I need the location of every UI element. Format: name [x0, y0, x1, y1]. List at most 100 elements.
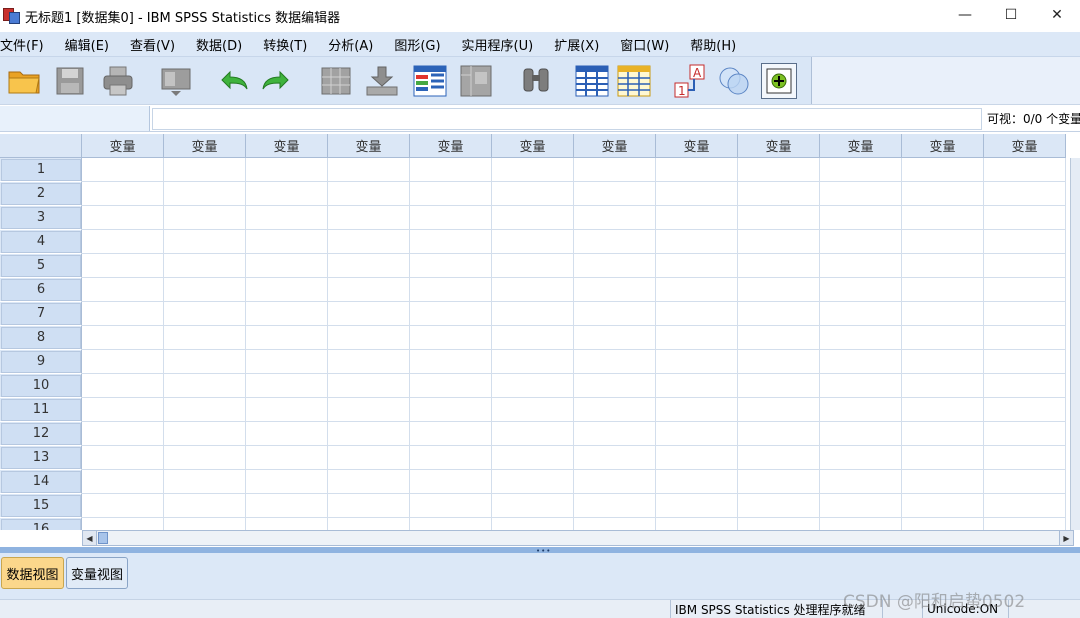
row-header[interactable]: 10 [0, 374, 82, 398]
print-icon[interactable] [100, 63, 136, 99]
data-cell[interactable] [164, 470, 246, 494]
data-cell[interactable] [656, 422, 738, 446]
data-cell[interactable] [328, 374, 410, 398]
column-header[interactable]: 变量 [902, 134, 984, 158]
data-cell[interactable] [902, 230, 984, 254]
data-cell[interactable] [902, 278, 984, 302]
data-cell[interactable] [738, 350, 820, 374]
data-cell[interactable] [328, 158, 410, 182]
data-cell[interactable] [984, 302, 1066, 326]
data-cell[interactable] [574, 422, 656, 446]
data-cell[interactable] [738, 374, 820, 398]
data-cell[interactable] [492, 374, 574, 398]
data-cell[interactable] [984, 398, 1066, 422]
data-cell[interactable] [328, 278, 410, 302]
data-cell[interactable] [492, 230, 574, 254]
data-cell[interactable] [246, 230, 328, 254]
go-to-case-icon[interactable] [318, 63, 354, 99]
row-header[interactable]: 8 [0, 326, 82, 350]
row-header[interactable]: 16 [0, 518, 82, 530]
data-cell[interactable] [820, 182, 902, 206]
data-cell[interactable] [410, 470, 492, 494]
data-cell[interactable] [574, 230, 656, 254]
data-cell[interactable] [164, 494, 246, 518]
data-cell[interactable] [328, 230, 410, 254]
data-cell[interactable] [492, 350, 574, 374]
data-cell[interactable] [902, 374, 984, 398]
data-cell[interactable] [820, 350, 902, 374]
row-header[interactable]: 12 [0, 422, 82, 446]
spelling-icon[interactable] [761, 63, 797, 99]
data-cell[interactable] [820, 206, 902, 230]
data-cell[interactable] [82, 278, 164, 302]
data-cell[interactable] [82, 422, 164, 446]
menu-graphs[interactable]: 图形(G) [394, 35, 440, 54]
data-cell[interactable] [984, 470, 1066, 494]
data-cell[interactable] [738, 182, 820, 206]
data-cell[interactable] [164, 158, 246, 182]
data-cell[interactable] [574, 182, 656, 206]
menu-data[interactable]: 数据(D) [196, 35, 242, 54]
cell-reference-box[interactable] [0, 106, 150, 131]
data-cell[interactable] [738, 158, 820, 182]
data-cell[interactable] [820, 494, 902, 518]
row-header[interactable]: 1 [0, 158, 82, 182]
data-cell[interactable] [820, 302, 902, 326]
data-cell[interactable] [492, 470, 574, 494]
data-cell[interactable] [82, 182, 164, 206]
data-cell[interactable] [82, 446, 164, 470]
data-cell[interactable] [328, 446, 410, 470]
menu-extensions[interactable]: 扩展(X) [554, 35, 599, 54]
tab-data-view[interactable]: 数据视图 [1, 557, 64, 589]
data-cell[interactable] [984, 206, 1066, 230]
data-cell[interactable] [656, 494, 738, 518]
scroll-thumb[interactable] [98, 532, 108, 544]
data-cell[interactable] [574, 206, 656, 230]
data-cell[interactable] [164, 398, 246, 422]
row-header[interactable]: 2 [0, 182, 82, 206]
data-cell[interactable] [246, 470, 328, 494]
data-cell[interactable] [738, 302, 820, 326]
data-cell[interactable] [820, 518, 902, 530]
data-cell[interactable] [574, 446, 656, 470]
data-cell[interactable] [984, 230, 1066, 254]
data-cell[interactable] [820, 446, 902, 470]
data-cell[interactable] [246, 422, 328, 446]
vertical-scrollbar[interactable] [1070, 158, 1080, 530]
maximize-button[interactable]: ☐ [988, 0, 1034, 30]
horizontal-scrollbar[interactable]: ◀ ▶ [82, 530, 1074, 546]
data-cell[interactable] [164, 326, 246, 350]
data-cell[interactable] [656, 206, 738, 230]
data-cell[interactable] [574, 494, 656, 518]
data-cell[interactable] [738, 278, 820, 302]
data-cell[interactable] [902, 254, 984, 278]
data-cell[interactable] [246, 326, 328, 350]
data-cell[interactable] [410, 254, 492, 278]
data-cell[interactable] [738, 254, 820, 278]
data-cell[interactable] [410, 350, 492, 374]
data-cell[interactable] [984, 446, 1066, 470]
data-cell[interactable] [164, 206, 246, 230]
data-cell[interactable] [328, 518, 410, 530]
insert-cases-icon[interactable] [574, 63, 610, 99]
data-cell[interactable] [574, 470, 656, 494]
data-cell[interactable] [492, 158, 574, 182]
row-header[interactable]: 4 [0, 230, 82, 254]
data-cell[interactable] [328, 470, 410, 494]
scroll-right-arrow-icon[interactable]: ▶ [1059, 531, 1073, 545]
data-cell[interactable] [164, 446, 246, 470]
data-cell[interactable] [574, 326, 656, 350]
data-cell[interactable] [656, 470, 738, 494]
data-cell[interactable] [328, 398, 410, 422]
data-cell[interactable] [328, 254, 410, 278]
data-cell[interactable] [984, 278, 1066, 302]
data-cell[interactable] [164, 182, 246, 206]
data-cell[interactable] [656, 278, 738, 302]
data-cell[interactable] [738, 470, 820, 494]
data-cell[interactable] [820, 398, 902, 422]
data-cell[interactable] [656, 398, 738, 422]
data-cell[interactable] [738, 518, 820, 530]
variables-icon[interactable] [412, 63, 448, 99]
column-header[interactable]: 变量 [738, 134, 820, 158]
column-header[interactable]: 变量 [328, 134, 410, 158]
